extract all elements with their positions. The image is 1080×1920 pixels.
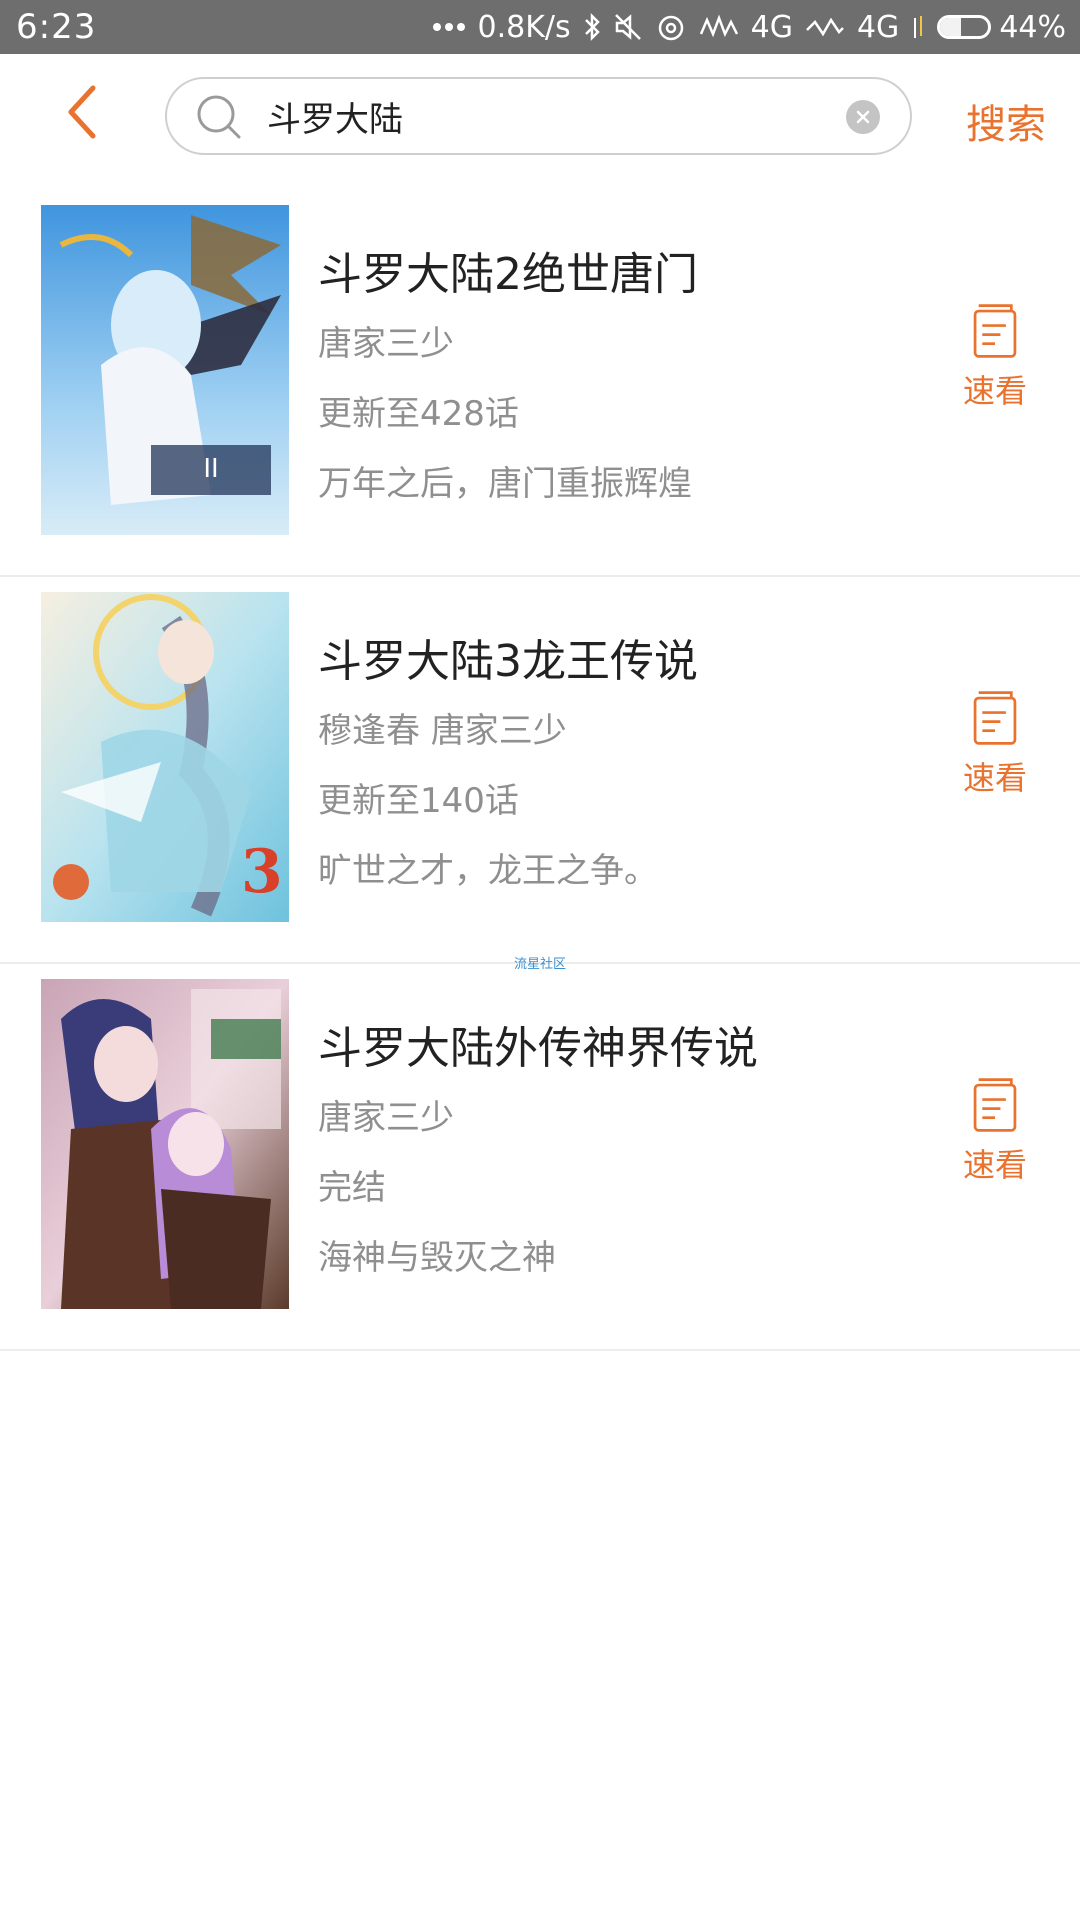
list-item[interactable]: 3 斗罗大陆3龙王传说 穆逢春 唐家三少 更新至140话 旷世之才，龙王之争。 … xyxy=(0,577,1080,964)
chevron-left-icon xyxy=(68,85,96,139)
alarm-icon xyxy=(655,11,687,43)
comic-update-status: 更新至140话 xyxy=(318,781,519,821)
comic-cover-image[interactable]: II xyxy=(41,205,289,535)
book-icon xyxy=(973,1078,1017,1132)
status-indicators: 0.8K/s 4G 4G 44% xyxy=(432,9,1066,45)
more-dots-icon xyxy=(432,22,466,32)
signal-label-2: 4G xyxy=(856,9,900,45)
comic-description: 海神与毁灭之神 xyxy=(318,1238,556,1278)
back-button[interactable] xyxy=(52,82,112,142)
mute-icon xyxy=(613,12,643,42)
quick-read-label: 速看 xyxy=(962,1146,1027,1184)
clear-search-button[interactable] xyxy=(846,100,880,134)
quick-read-label: 速看 xyxy=(962,759,1027,797)
battery-fill xyxy=(940,18,962,36)
battery-percent: 44% xyxy=(999,9,1066,45)
comic-cover-image[interactable]: 3 xyxy=(41,592,289,922)
search-results-list: II 斗罗大陆2绝世唐门 唐家三少 更新至428话 万年之后，唐门重振辉煌 速看 xyxy=(0,190,1080,1351)
comic-title[interactable]: 斗罗大陆3龙王传说 xyxy=(318,625,698,689)
quick-read-button[interactable]: 速看 xyxy=(955,302,1035,412)
comic-update-status: 更新至428话 xyxy=(318,394,519,434)
comic-description: 旷世之才，龙王之争。 xyxy=(318,851,658,891)
status-bar: 6:23 0.8K/s 4G 4G 44% xyxy=(0,0,1080,54)
comic-title[interactable]: 斗罗大陆2绝世唐门 xyxy=(318,238,698,302)
net-speed: 0.8K/s xyxy=(477,9,571,45)
close-icon xyxy=(856,110,870,124)
search-input[interactable] xyxy=(267,91,787,141)
quick-read-button[interactable]: 速看 xyxy=(955,1076,1035,1186)
search-icon xyxy=(197,95,241,139)
comic-title[interactable]: 斗罗大陆外传神界传说 xyxy=(318,1012,758,1076)
battery-indicator: 44% xyxy=(937,10,1066,45)
comic-author: 穆逢春 唐家三少 xyxy=(318,711,567,751)
book-icon xyxy=(973,304,1017,358)
list-item[interactable]: II 斗罗大陆2绝世唐门 唐家三少 更新至428话 万年之后，唐门重振辉煌 速看 xyxy=(0,190,1080,577)
comic-update-status: 完结 xyxy=(318,1168,386,1208)
battery-icon xyxy=(937,15,992,39)
book-icon xyxy=(973,691,1017,745)
comic-author: 唐家三少 xyxy=(318,324,454,364)
comic-cover-image[interactable] xyxy=(41,979,289,1309)
quick-read-label: 速看 xyxy=(962,372,1027,410)
comic-description: 万年之后，唐门重振辉煌 xyxy=(318,464,692,504)
search-box[interactable] xyxy=(165,77,912,155)
svg-text:3: 3 xyxy=(241,837,283,907)
watermark-text: 流星社区 xyxy=(514,957,567,972)
quick-read-button[interactable]: 速看 xyxy=(955,689,1035,799)
status-time: 6:23 xyxy=(16,7,97,47)
hd-signal-icon xyxy=(699,12,739,42)
search-header: 搜索 xyxy=(0,54,1080,178)
svg-text:II: II xyxy=(203,454,218,484)
search-button[interactable]: 搜索 xyxy=(966,92,1046,150)
bluetooth-icon xyxy=(583,12,601,42)
data-arrows-icon xyxy=(911,12,925,42)
signal-wave-icon xyxy=(805,12,845,42)
list-item[interactable]: 斗罗大陆外传神界传说 唐家三少 完结 海神与毁灭之神 速看 xyxy=(0,964,1080,1351)
comic-author: 唐家三少 xyxy=(318,1098,454,1138)
signal-label-1: 4G xyxy=(750,9,793,45)
